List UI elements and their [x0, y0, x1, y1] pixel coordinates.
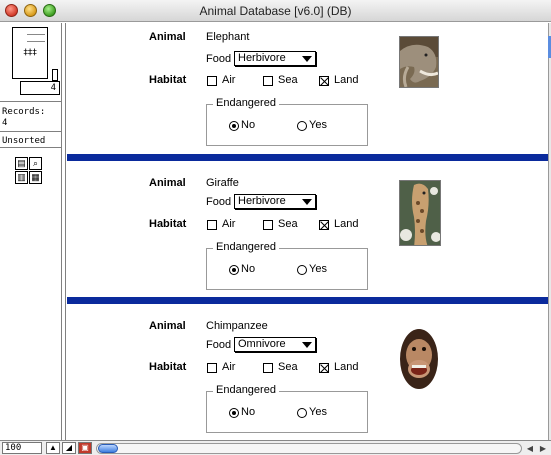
- food-label: Food: [206, 53, 232, 65]
- records-list: Animal Elephant Food Herbivore Habitat A…: [67, 23, 548, 440]
- giraffe-photo: [399, 180, 441, 246]
- animal-value[interactable]: Giraffe: [206, 177, 239, 189]
- endangered-yes-label: Yes: [309, 263, 327, 275]
- horizontal-scroll-thumb[interactable]: [98, 444, 118, 453]
- triangle-down-icon: [302, 56, 312, 62]
- scroll-right-arrow-icon[interactable]: ▶: [537, 443, 549, 454]
- food-label: Food: [206, 196, 232, 208]
- endangered-yes-label: Yes: [309, 406, 327, 418]
- endangered-group: Endangered No Yes: [206, 241, 368, 290]
- habitat-sea-label: Sea: [278, 218, 298, 230]
- window-title: Animal Database [v6.0] (DB): [199, 4, 352, 18]
- book-page: ‡‡‡: [12, 27, 48, 79]
- animal-label: Animal: [149, 177, 186, 189]
- mode-tools: ▤ ⌕ ▥ ▦: [15, 157, 43, 185]
- divider: [0, 101, 61, 102]
- endangered-yes-radio[interactable]: [297, 121, 307, 131]
- divider: [0, 131, 61, 132]
- endangered-yes-radio[interactable]: [297, 265, 307, 275]
- book-lines: [27, 34, 45, 42]
- endangered-yes-radio[interactable]: [297, 408, 307, 418]
- habitat-sea-checkbox[interactable]: [263, 363, 273, 373]
- animal-value[interactable]: Elephant: [206, 31, 249, 43]
- food-popup[interactable]: Herbivore: [234, 51, 316, 66]
- record-slider[interactable]: [52, 69, 58, 81]
- layout-mode-icon[interactable]: ▤: [15, 157, 28, 170]
- horizontal-scrollbar[interactable]: [96, 443, 522, 454]
- habitat-sea-label: Sea: [278, 74, 298, 86]
- bottom-bar: 100 ▲ ◢ ▣ ◀ ▶: [0, 440, 551, 455]
- elephant-photo: [399, 36, 439, 88]
- endangered-no-label: No: [241, 263, 256, 275]
- status-area-edge: [62, 23, 66, 440]
- food-value: Herbivore: [238, 195, 286, 207]
- chimpanzee-image: [399, 325, 439, 391]
- chimpanzee-photo: [399, 325, 439, 391]
- endangered-no-radio[interactable]: [229, 121, 239, 131]
- habitat-land-checkbox[interactable]: [319, 220, 329, 230]
- habitat-air-checkbox[interactable]: [207, 76, 217, 86]
- zoom-level[interactable]: 100: [2, 442, 42, 454]
- food-popup[interactable]: Herbivore: [234, 194, 316, 209]
- endangered-yes-label: Yes: [309, 119, 327, 131]
- endangered-title: Endangered: [213, 384, 279, 396]
- endangered-title: Endangered: [213, 241, 279, 253]
- animal-label: Animal: [149, 320, 186, 332]
- sort-status: Unsorted: [2, 136, 46, 146]
- habitat-sea-label: Sea: [278, 361, 298, 373]
- endangered-no-label: No: [241, 119, 256, 131]
- endangered-no-radio[interactable]: [229, 265, 239, 275]
- records-count: 4: [2, 118, 8, 128]
- title-bar: Animal Database [v6.0] (DB): [0, 0, 551, 22]
- zoom-mountains-icon[interactable]: ▲: [46, 442, 60, 454]
- elephant-image: [400, 37, 438, 87]
- record-card[interactable]: Animal Chimpanzee Food Omnivore Habitat …: [67, 312, 548, 440]
- record-card[interactable]: Animal Elephant Food Herbivore Habitat A…: [67, 23, 548, 167]
- habitat-air-checkbox[interactable]: [207, 363, 217, 373]
- food-popup[interactable]: Omnivore: [234, 337, 316, 352]
- food-value: Omnivore: [238, 338, 286, 350]
- status-area-toggle-icon[interactable]: ▣: [78, 442, 92, 454]
- triangle-down-icon: [302, 199, 312, 205]
- animal-label: Animal: [149, 31, 186, 43]
- endangered-group: Endangered No Yes: [206, 384, 368, 433]
- zoom-out-icon[interactable]: ◢: [62, 442, 76, 454]
- book-spiral: ‡‡‡: [23, 48, 37, 58]
- animal-value[interactable]: Chimpanzee: [206, 320, 268, 332]
- record-separator: [67, 154, 548, 161]
- habitat-sea-checkbox[interactable]: [263, 76, 273, 86]
- giraffe-image: [400, 181, 440, 245]
- record-card[interactable]: Animal Giraffe Food Herbivore Habitat Ai…: [67, 169, 548, 313]
- habitat-air-label: Air: [222, 74, 236, 86]
- status-area: ‡‡‡ 4 Records: 4 Unsorted ▤ ⌕ ▥ ▦: [0, 23, 62, 440]
- habitat-sea-checkbox[interactable]: [263, 220, 273, 230]
- status-toolbar-icon[interactable]: ▦: [29, 171, 42, 184]
- endangered-no-label: No: [241, 406, 256, 418]
- food-value: Herbivore: [238, 52, 286, 64]
- report-icon[interactable]: ▥: [15, 171, 28, 184]
- record-number[interactable]: 4: [20, 81, 60, 95]
- endangered-title: Endangered: [213, 97, 279, 109]
- endangered-group: Endangered No Yes: [206, 97, 368, 146]
- habitat-air-label: Air: [222, 218, 236, 230]
- triangle-down-icon: [302, 342, 312, 348]
- habitat-land-label: Land: [334, 74, 359, 86]
- divider: [0, 147, 61, 148]
- book-icon[interactable]: ‡‡‡ 4: [6, 27, 60, 95]
- scroll-left-arrow-icon[interactable]: ◀: [524, 443, 536, 454]
- habitat-land-checkbox[interactable]: [319, 76, 329, 86]
- endangered-no-radio[interactable]: [229, 408, 239, 418]
- habitat-land-checkbox[interactable]: [319, 363, 329, 373]
- habitat-label: Habitat: [149, 218, 187, 230]
- records-label: Records:: [2, 107, 46, 117]
- habitat-label: Habitat: [149, 361, 187, 373]
- food-label: Food: [206, 339, 232, 351]
- record-separator: [67, 297, 548, 304]
- habitat-land-label: Land: [334, 361, 359, 373]
- habitat-label: Habitat: [149, 74, 187, 86]
- habitat-air-checkbox[interactable]: [207, 220, 217, 230]
- habitat-air-label: Air: [222, 361, 236, 373]
- habitat-land-label: Land: [334, 218, 359, 230]
- magnifier-icon[interactable]: ⌕: [29, 157, 42, 170]
